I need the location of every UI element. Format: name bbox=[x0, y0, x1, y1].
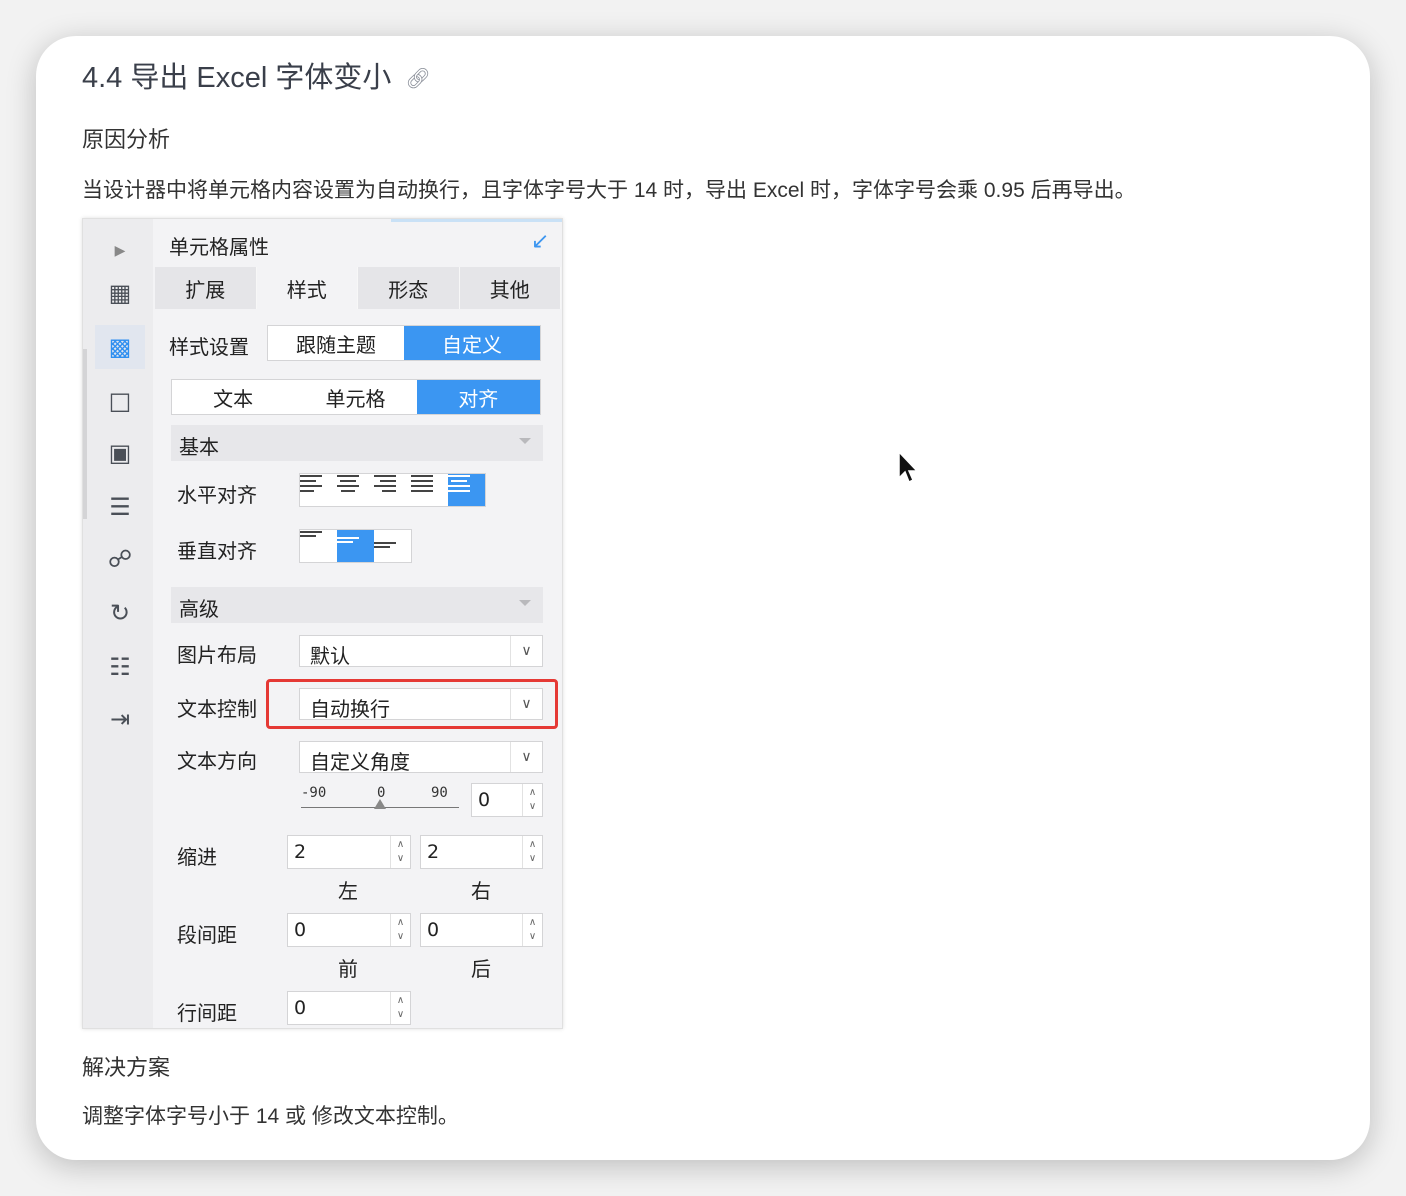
text-direction-label: 文本方向 bbox=[177, 749, 257, 773]
valign-bottom-icon[interactable] bbox=[374, 530, 411, 562]
para-before-caption: 前 bbox=[338, 957, 358, 981]
line-spacing-label: 行间距 bbox=[177, 1001, 237, 1025]
indent-label: 缩进 bbox=[177, 845, 217, 869]
align-justify-icon[interactable] bbox=[411, 474, 448, 506]
mouse-cursor-icon bbox=[898, 450, 919, 484]
panel-title: 单元格属性 bbox=[169, 235, 269, 259]
angle-slider[interactable]: -90 0 90 bbox=[301, 785, 459, 815]
tab-other[interactable]: 其他 bbox=[459, 267, 561, 309]
cause-text: 当设计器中将单元格内容设置为自动换行，且字体字号大于 14 时，导出 Excel… bbox=[82, 179, 1136, 202]
indent-left-input[interactable]: 2 ∧ ∨ bbox=[287, 835, 411, 869]
stepper-icon[interactable]: ∧ ∨ bbox=[390, 836, 410, 868]
halign-label: 水平对齐 bbox=[177, 483, 257, 507]
icon-sidebar: ▶ ▦ ▩ □ ▣ ☰ ☍ ↻ ☷ ⇥ bbox=[83, 219, 153, 1028]
tab-expand[interactable]: 扩展 bbox=[155, 267, 257, 309]
collapse-arrow-icon bbox=[519, 438, 531, 444]
sub-tab-cell[interactable]: 单元格 bbox=[294, 380, 416, 414]
sub-tab-align[interactable]: 对齐 bbox=[416, 380, 540, 414]
hyperlink-icon[interactable]: ☍ bbox=[95, 537, 145, 581]
valign-label: 垂直对齐 bbox=[177, 539, 257, 563]
import-icon[interactable]: ⇥ bbox=[95, 697, 145, 741]
indent-right-input[interactable]: 2 ∧ ∨ bbox=[420, 835, 543, 869]
cell-properties-icon[interactable]: ▩ bbox=[95, 325, 145, 369]
para-before-input[interactable]: 0 ∧ ∨ bbox=[287, 913, 411, 947]
image-layout-label: 图片布局 bbox=[177, 643, 257, 667]
slider-thumb[interactable] bbox=[374, 799, 386, 809]
section-heading: 4.4 导出 Excel 字体变小 🔗︎ bbox=[82, 62, 431, 94]
para-after-input[interactable]: 0 ∧ ∨ bbox=[420, 913, 543, 947]
highlight-box bbox=[266, 679, 558, 729]
follow-theme-option[interactable]: 跟随主题 bbox=[268, 326, 404, 360]
align-left-icon[interactable] bbox=[300, 474, 337, 506]
indent-left-caption: 左 bbox=[338, 879, 358, 903]
solution-text: 调整字体字号小于 14 或 修改文本控制。 bbox=[82, 1105, 459, 1128]
table-icon[interactable]: ▦ bbox=[95, 271, 145, 315]
image-layout-select[interactable]: 默认 ∨ bbox=[299, 635, 543, 668]
valign-middle-icon[interactable] bbox=[337, 530, 374, 562]
valign-top-icon[interactable] bbox=[300, 530, 337, 562]
property-tabs: 扩展 样式 形态 其他 bbox=[155, 267, 561, 309]
stepper-icon[interactable]: ∧ ∨ bbox=[390, 992, 410, 1024]
border-icon[interactable]: □ bbox=[95, 379, 145, 423]
para-spacing-label: 段间距 bbox=[177, 923, 237, 947]
stepper-icon[interactable]: ∧ ∨ bbox=[522, 836, 542, 868]
angle-input[interactable]: 0 ∧ ∨ bbox=[471, 783, 543, 817]
align-center-icon[interactable] bbox=[337, 474, 374, 506]
basic-section-header[interactable]: 基本 bbox=[171, 425, 543, 461]
text-direction-select[interactable]: 自定义角度 ∨ bbox=[299, 741, 543, 774]
tab-form[interactable]: 形态 bbox=[358, 267, 460, 309]
valign-buttons bbox=[299, 529, 412, 563]
stepper-icon[interactable]: ∧ ∨ bbox=[522, 784, 542, 816]
align-right-icon[interactable] bbox=[374, 474, 411, 506]
angle-tick-max: 90 bbox=[431, 785, 448, 801]
style-sub-tabs: 文本 单元格 对齐 bbox=[171, 379, 541, 415]
solution-heading: 解决方案 bbox=[82, 1055, 171, 1080]
chevron-down-icon[interactable]: ∨ bbox=[510, 636, 542, 666]
collapse-arrow-icon bbox=[519, 600, 531, 606]
link-icon[interactable]: 🔗︎ bbox=[405, 68, 430, 90]
cause-heading: 原因分析 bbox=[82, 127, 171, 152]
line-spacing-input[interactable]: 0 ∧ ∨ bbox=[287, 991, 411, 1025]
angle-tick-min: -90 bbox=[301, 785, 327, 801]
style-setting-label: 样式设置 bbox=[169, 335, 249, 359]
stepper-icon[interactable]: ∧ ∨ bbox=[390, 914, 410, 946]
list-icon[interactable]: ☰ bbox=[95, 485, 145, 529]
style-setting-toggle: 跟随主题 自定义 bbox=[267, 325, 541, 361]
refresh-icon[interactable]: ↻ bbox=[95, 591, 145, 635]
align-distributed-icon[interactable] bbox=[448, 474, 485, 506]
advanced-section-header[interactable]: 高级 bbox=[171, 587, 543, 623]
para-after-caption: 后 bbox=[471, 957, 491, 981]
tab-style[interactable]: 样式 bbox=[256, 267, 358, 309]
text-control-label: 文本控制 bbox=[177, 697, 257, 721]
widget-icon[interactable]: ▣ bbox=[95, 431, 145, 475]
expand-arrow-icon[interactable]: ▶ bbox=[95, 229, 145, 273]
cell-properties-panel: ▶ ▦ ▩ □ ▣ ☰ ☍ ↻ ☷ ⇥ 单元格属性 ↙ 扩展 样式 形态 其他 … bbox=[82, 218, 563, 1029]
pin-icon[interactable]: ↙ bbox=[531, 229, 549, 254]
sub-tab-text[interactable]: 文本 bbox=[172, 380, 294, 414]
halign-buttons bbox=[299, 473, 486, 507]
chevron-down-icon[interactable]: ∨ bbox=[510, 742, 542, 772]
stepper-icon[interactable]: ∧ ∨ bbox=[522, 914, 542, 946]
tree-icon[interactable]: ☷ bbox=[95, 645, 145, 689]
indent-right-caption: 右 bbox=[471, 879, 491, 903]
custom-option[interactable]: 自定义 bbox=[404, 326, 540, 360]
